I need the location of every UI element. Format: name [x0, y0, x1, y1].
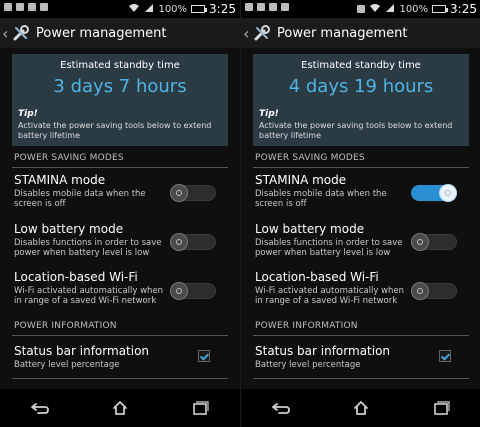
- section-header-power-information: POWER INFORMATION: [14, 321, 117, 331]
- screenshot-comparison: 100% 3:25 ‹ Power management Estimated s…: [0, 0, 480, 427]
- shield-icon: [28, 3, 36, 11]
- location-based-wifi-toggle[interactable]: [170, 282, 216, 300]
- navigation-bar: [0, 389, 240, 427]
- back-icon[interactable]: [26, 398, 54, 418]
- status-bar-information-desc: Battery level percentage: [255, 360, 361, 370]
- list-divider: [253, 378, 469, 379]
- wrench-screwdriver-icon: [12, 24, 30, 42]
- battery-icon: [432, 5, 449, 13]
- status-bar-information-setting[interactable]: Status bar information Battery level per…: [14, 344, 228, 370]
- power-management-screen-left: 100% 3:25 ‹ Power management Estimated s…: [0, 0, 240, 427]
- toggle-knob-icon: [411, 233, 429, 251]
- tip-text: Activate the power saving tools below to…: [18, 121, 212, 140]
- status-bar-information-checkbox[interactable]: [198, 350, 210, 362]
- stamina-mode-toggle[interactable]: [411, 184, 457, 202]
- signal-icon: [144, 3, 154, 16]
- section-header-power-information: POWER INFORMATION: [255, 321, 358, 331]
- app-icon: [281, 3, 289, 11]
- recent-apps-icon[interactable]: [186, 398, 214, 418]
- location-based-wifi-title: Location-based Wi-Fi: [255, 270, 379, 284]
- wrench-screwdriver-icon: [253, 24, 271, 42]
- status-bar: 100% 3:25: [0, 0, 240, 18]
- low-battery-mode-toggle[interactable]: [170, 233, 216, 251]
- signal-icon: [385, 3, 395, 16]
- back-icon[interactable]: [267, 398, 295, 418]
- action-bar[interactable]: ‹ Power management: [241, 18, 480, 48]
- standby-label: Estimated standby time: [60, 60, 180, 71]
- stamina-mode-desc: Disables mobile data when the screen is …: [255, 189, 387, 209]
- stamina-mode-desc: Disables mobile data when the screen is …: [14, 189, 146, 209]
- standby-value: 4 days 19 hours: [288, 76, 434, 97]
- page-title: Power management: [36, 25, 167, 41]
- status-bar-information-desc: Battery level percentage: [14, 360, 120, 370]
- status-bar: 100% 3:25: [241, 0, 480, 18]
- wifi-icon: [128, 3, 140, 16]
- standby-label: Estimated standby time: [301, 60, 421, 71]
- status-bar-information-title: Status bar information: [14, 344, 150, 358]
- tip-title: Tip!: [259, 109, 279, 119]
- section-divider: [253, 167, 469, 168]
- notification-icon: [16, 3, 24, 11]
- battery-icon: [191, 5, 208, 13]
- stamina-mode-toggle[interactable]: [170, 184, 216, 202]
- power-management-screen-right: 100% 3:25 ‹ Power management Estimated s…: [240, 0, 480, 427]
- wifi-icon: [369, 3, 381, 16]
- status-time: 3:25: [209, 2, 236, 16]
- toggle-knob-icon: [439, 184, 457, 202]
- location-based-wifi-toggle[interactable]: [411, 282, 457, 300]
- low-battery-mode-desc: Disables functions in order to save powe…: [255, 238, 403, 258]
- section-header-power-saving-modes: POWER SAVING MODES: [14, 153, 124, 163]
- location-based-wifi-desc: Wi-Fi activated automatically when in ra…: [255, 286, 405, 306]
- status-bar-information-setting[interactable]: Status bar information Battery level per…: [255, 344, 469, 370]
- section-divider: [253, 335, 469, 336]
- home-icon[interactable]: [106, 398, 134, 418]
- low-battery-mode-desc: Disables functions in order to save powe…: [14, 238, 162, 258]
- tip-title: Tip!: [18, 109, 38, 119]
- toggle-knob-icon: [170, 233, 188, 251]
- toggle-knob-icon: [170, 282, 188, 300]
- shield-icon: [269, 3, 277, 11]
- status-bar-information-checkbox[interactable]: [439, 350, 451, 362]
- standby-value: 3 days 7 hours: [53, 76, 187, 97]
- recent-apps-icon[interactable]: [427, 398, 455, 418]
- list-divider: [12, 378, 228, 379]
- battery-percent: 100%: [158, 3, 188, 15]
- status-bar-information-title: Status bar information: [255, 344, 391, 358]
- action-bar[interactable]: ‹ Power management: [0, 18, 240, 48]
- up-caret-icon[interactable]: ‹: [2, 24, 10, 43]
- up-caret-icon[interactable]: ‹: [243, 24, 251, 43]
- tip-text: Activate the power saving tools below to…: [259, 121, 453, 140]
- status-time: 3:25: [450, 2, 477, 16]
- section-divider: [12, 167, 228, 168]
- page-title: Power management: [277, 25, 408, 41]
- navigation-bar: [241, 389, 480, 427]
- home-icon[interactable]: [347, 398, 375, 418]
- location-based-wifi-desc: Wi-Fi activated automatically when in ra…: [14, 286, 164, 306]
- battery-percent: 100%: [399, 3, 429, 15]
- stamina-status-icon: [357, 5, 366, 13]
- standby-card: Estimated standby time 3 days 7 hours Ti…: [12, 54, 228, 146]
- notification-icon: [245, 3, 253, 11]
- app-icon: [40, 3, 48, 11]
- standby-card: Estimated standby time 4 days 19 hours T…: [253, 54, 469, 146]
- location-based-wifi-title: Location-based Wi-Fi: [14, 270, 138, 284]
- notification-icon: [257, 3, 265, 11]
- low-battery-mode-toggle[interactable]: [411, 233, 457, 251]
- section-divider: [12, 335, 228, 336]
- section-header-power-saving-modes: POWER SAVING MODES: [255, 153, 365, 163]
- notification-icon: [4, 3, 12, 11]
- toggle-knob-icon: [170, 184, 188, 202]
- toggle-knob-icon: [411, 282, 429, 300]
